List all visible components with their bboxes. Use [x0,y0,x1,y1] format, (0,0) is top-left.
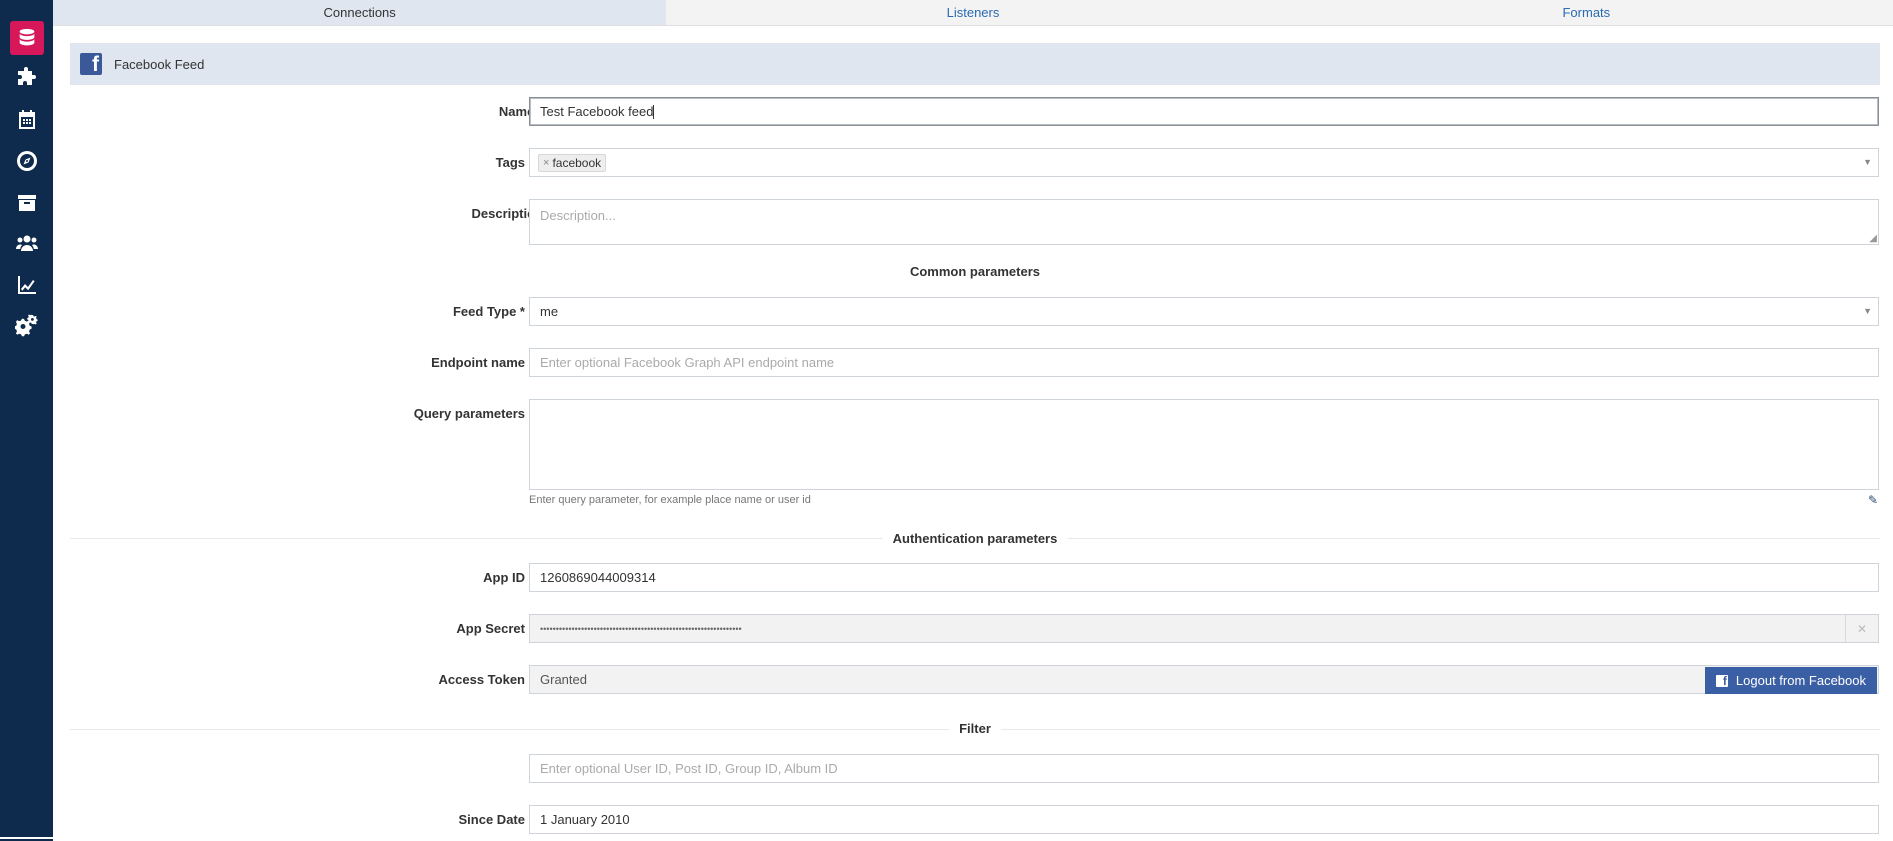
tag-remove-icon[interactable]: × [543,157,549,169]
id-input[interactable]: Enter optional User ID, Post ID, Group I… [529,754,1879,783]
query-row: Query parametersi Enter query parameter,… [70,399,1880,509]
feed-type-row: Feed Type *i me ▼ [70,297,1880,326]
sidebar-item-users[interactable] [0,223,53,263]
endpoint-input[interactable]: Enter optional Facebook Graph API endpoi… [529,348,1879,377]
chevron-down-icon: ▼ [1863,157,1872,167]
panel-title: Facebook Feed [114,56,205,72]
facebook-icon: f [1715,674,1728,687]
sidebar-item-settings[interactable] [0,306,53,346]
clear-secret-icon[interactable]: ✕ [1845,615,1878,642]
sidebar-item-explore[interactable] [0,141,53,181]
panel-header: f Facebook Feed [70,43,1880,85]
access-token-row: Access Tokeni Granted f Logout from Face… [70,665,1880,694]
sidebar-item-calendar[interactable] [0,100,53,140]
since-date-input[interactable]: 1 January 2010 [529,805,1879,834]
feed-type-select[interactable]: me ▼ [529,297,1879,326]
archive-icon [17,195,36,211]
query-label: Query parametersi [414,406,543,421]
since-date-row: Since Datei 1 January 2010 [70,805,1880,834]
users-icon [15,235,38,251]
gears-icon [14,314,38,337]
chart-line-icon [17,276,36,294]
resize-handle-icon[interactable]: ◢ [1869,233,1877,244]
endpoint-row: Endpoint namei Enter optional Facebook G… [70,348,1880,377]
tag-chip-facebook: × facebook [538,153,607,172]
tab-connections[interactable]: Connections [53,0,667,25]
tab-bar: Connections Listeners Formats [53,0,1893,26]
sidebar-item-archive[interactable] [0,183,53,223]
description-row: Description Description... ◢ [70,199,1880,245]
query-textarea[interactable] [529,399,1879,490]
sidebar-item-analytics[interactable] [0,265,53,305]
access-token-label: Access Tokeni [439,672,543,687]
endpoint-label: Endpoint namei [431,355,543,370]
facebook-logo-icon: f [80,53,102,75]
sidebar-item-plugins[interactable] [0,58,53,98]
calendar-icon [18,110,35,129]
tab-listeners[interactable]: Listeners [666,0,1279,25]
authentication-parameters-title: Authentication parameters [882,531,1068,546]
access-token-input: Granted f Logout from Facebook [529,665,1879,694]
database-icon [19,28,34,46]
filter-title: Filter [949,721,1001,736]
app-secret-input[interactable]: ••••••••••••••••••••••••••••••••••••••••… [529,614,1879,643]
edit-icon[interactable]: ✎ [1868,493,1878,507]
compass-icon [16,151,37,171]
connection-panel: f Facebook Feed Name * Test Facebook fee… [70,43,1880,841]
name-input[interactable]: Test Facebook feed [529,97,1879,126]
tags-select[interactable]: × facebook ▼ [529,148,1879,177]
app-id-input[interactable]: 1260869044009314 [529,563,1879,592]
query-hint: Enter query parameter, for example place… [529,494,811,506]
sidebar-item-connections[interactable] [0,18,53,58]
tab-formats[interactable]: Formats [1280,0,1893,25]
chevron-down-icon: ▼ [1863,306,1872,316]
common-parameters-title: Common parameters [909,264,1041,279]
sidebar-bottom-line [0,837,53,839]
id-row: ID Enter optional User ID, Post ID, Grou… [70,754,1880,783]
app-secret-row: App Secreti ••••••••••••••••••••••••••••… [70,614,1880,643]
tags-row: Tagsi ×facebook ▼ [70,148,1880,177]
app-id-row: App IDi 1260869044009314 [70,563,1880,592]
puzzle-icon [17,67,36,85]
logout-facebook-button[interactable]: f Logout from Facebook [1704,667,1877,694]
description-textarea[interactable]: Description... ◢ [529,199,1879,245]
name-row: Name * Test Facebook feed [70,97,1880,126]
sidebar [0,0,53,841]
